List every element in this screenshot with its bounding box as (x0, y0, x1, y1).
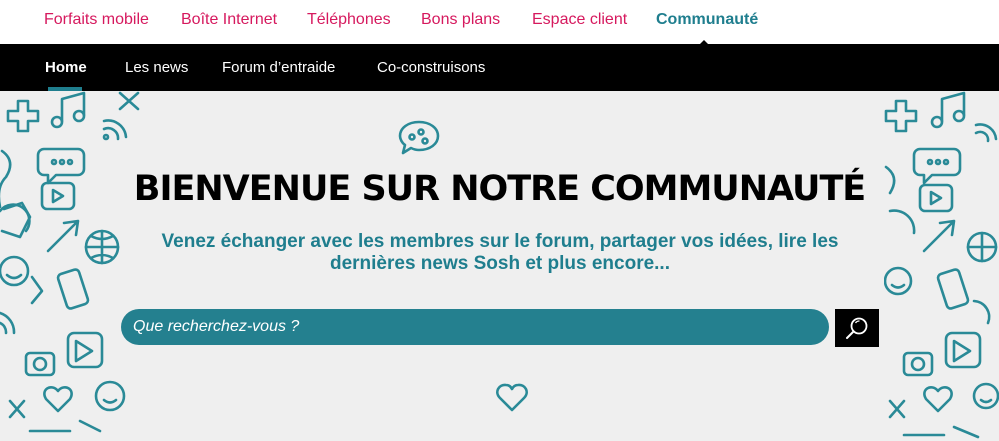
subnav-tab-les-news[interactable]: Les news (125, 59, 188, 76)
search-button[interactable] (835, 309, 879, 347)
topnav-link-telephones[interactable]: Téléphones (307, 11, 391, 29)
subnav-tab-home[interactable]: Home (45, 59, 87, 76)
right-doodle-pattern (883, 91, 999, 441)
subnav-tab-forum[interactable]: Forum d’entraide (222, 59, 335, 76)
topnav-link-forfaits-mobile[interactable]: Forfaits mobile (44, 11, 149, 29)
page-title: BIENVENUE SUR NOTRE COMMUNAUTÉ (133, 169, 866, 209)
chat-bubble-icon (397, 118, 441, 161)
community-subnav: Home Les news Forum d’entraide Co-constr… (0, 44, 999, 91)
left-doodle-pattern (0, 91, 140, 441)
hero-subtitle-line2: dernières news Sosh et plus encore... (329, 253, 670, 274)
hero-subtitle: Venez échanger avec les membres sur le f… (150, 231, 850, 275)
topnav-link-communaute[interactable]: Communauté (656, 11, 758, 29)
subnav-tab-co-construisons[interactable]: Co-construisons (377, 59, 485, 76)
heart-icon (495, 382, 529, 419)
search-input[interactable] (121, 309, 829, 345)
hero-banner: BIENVENUE SUR NOTRE COMMUNAUTÉ Venez éch… (0, 91, 999, 441)
topnav-link-espace-client[interactable]: Espace client (532, 11, 627, 29)
magnifier-icon (846, 317, 868, 339)
top-navigation: Forfaits mobile Boîte Internet Téléphone… (0, 0, 999, 49)
topnav-link-bons-plans[interactable]: Bons plans (421, 11, 500, 29)
hero-subtitle-line1: Venez échanger avec les membres sur le f… (161, 231, 839, 252)
topnav-link-boite-internet[interactable]: Boîte Internet (181, 11, 277, 29)
